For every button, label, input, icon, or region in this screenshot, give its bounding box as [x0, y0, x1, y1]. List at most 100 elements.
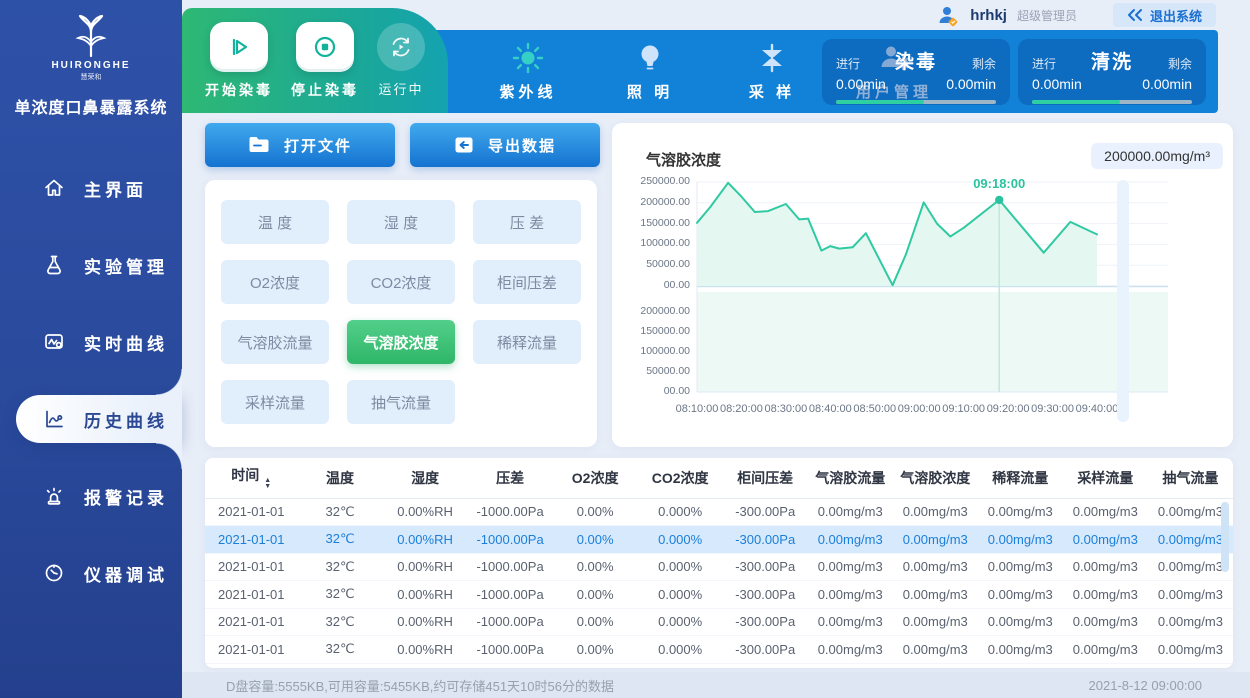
table-row-0[interactable]: 2021-01-0132℃0.00%RH-1000.00Pa0.00%0.000… [205, 498, 1233, 526]
annotation-point [995, 196, 1003, 204]
logout-button[interactable]: 退出系统 [1113, 3, 1216, 27]
export-data-button[interactable]: 导出数据 [410, 123, 600, 167]
stop-poison-label: 停止染毒 [291, 80, 359, 100]
stop-icon [312, 34, 338, 60]
param-button-1[interactable]: 湿 度 [347, 200, 455, 244]
table-row-1[interactable]: 2021-01-0132℃0.00%RH-1000.00Pa0.00%0.000… [205, 526, 1233, 554]
param-button-3[interactable]: O2浓度 [221, 260, 329, 304]
param-button-9[interactable]: 采样流量 [221, 380, 329, 424]
sidebar-item-main[interactable]: 主界面 [0, 164, 182, 212]
data-table: 时间▲▼温度湿度压差O2浓度CO2浓度柜间压差气溶胶流量气溶胶浓度稀释流量采样流… [205, 458, 1233, 664]
param-button-6[interactable]: 气溶胶流量 [221, 320, 329, 364]
remain-label: 剩余 [972, 55, 996, 72]
start-poison-button[interactable]: 开始染毒 [205, 22, 273, 100]
sidebar-menu: 主界面 实验管理 实时曲线 历史曲线 报警记录 仪器调试 [0, 164, 182, 597]
brand-name-cn: 慧荣和 [0, 72, 182, 82]
column-header-9: 稀释流量 [978, 458, 1063, 498]
sampling-icon [755, 41, 789, 75]
logo-icon [62, 12, 120, 58]
clean-progress-value: 0.00min [1032, 76, 1082, 92]
uv-button[interactable]: 紫外线 [482, 30, 574, 113]
y-tick-label: 100000.00 [612, 345, 690, 357]
table-row-4[interactable]: 2021-01-0132℃0.00%RH-1000.00Pa0.00%0.000… [205, 608, 1233, 636]
sidebar-item-label: 仪器调试 [84, 561, 168, 586]
realtime-curve-icon [42, 330, 66, 354]
table-row-3[interactable]: 2021-01-0132℃0.00%RH-1000.00Pa0.00%0.000… [205, 581, 1233, 609]
y-tick-label: 00.00 [612, 385, 690, 397]
column-header-1: 温度 [298, 458, 383, 498]
sidebar-item-label: 历史曲线 [84, 407, 168, 432]
param-button-0[interactable]: 温 度 [221, 200, 329, 244]
column-header-0[interactable]: 时间▲▼ [205, 458, 298, 498]
y-tick-label: 50000.00 [612, 365, 690, 377]
experiment-icon [42, 253, 66, 277]
sort-icon[interactable]: ▲▼ [264, 478, 271, 490]
sidebar-item-label: 实验管理 [84, 253, 168, 278]
param-button-4[interactable]: CO2浓度 [347, 260, 455, 304]
sidebar-item-label: 报警记录 [84, 484, 168, 509]
y-tick-label: 150000.00 [612, 217, 690, 229]
param-button-8[interactable]: 稀释流量 [473, 320, 581, 364]
data-table-card: 时间▲▼温度湿度压差O2浓度CO2浓度柜间压差气溶胶流量气溶胶浓度稀释流量采样流… [205, 458, 1233, 668]
progress-label: 进行 [1032, 55, 1056, 72]
parameter-panel: 温 度湿 度压 差 O2浓度 CO2浓度柜间压差气溶胶流量气溶胶浓度稀释流量采样流量… [205, 180, 597, 447]
chart-area [697, 183, 1097, 286]
param-button-7[interactable]: 气溶胶浓度 [347, 320, 455, 364]
sidebar-item-realtime-curve[interactable]: 实时曲线 [0, 318, 182, 366]
table-row-2[interactable]: 2021-01-0132℃0.00%RH-1000.00Pa0.00%0.000… [205, 553, 1233, 581]
chart-card: 气溶胶浓度 200000.00mg/m³ 250000.00200000.001… [612, 123, 1233, 447]
statusbar: D盘容量:5555KB,可用容量:5455KB,约可存储451天10时56分的数… [182, 672, 1250, 698]
poison-remain-value: 0.00min [946, 76, 996, 92]
poison-status-card: 进行 染毒 剩余 0.00min 0.00min [822, 39, 1010, 105]
start-icon [226, 34, 252, 60]
column-header-2: 湿度 [383, 458, 468, 498]
param-button-5[interactable]: 柜间压差 [473, 260, 581, 304]
poison-progress-fill [836, 100, 924, 104]
y-tick-label: 50000.00 [612, 258, 690, 270]
table-row-5[interactable]: 2021-01-0132℃0.00%RH-1000.00Pa0.00%0.000… [205, 636, 1233, 664]
column-header-4: O2浓度 [553, 458, 638, 498]
debug-icon [42, 561, 66, 585]
running-icon [388, 34, 414, 60]
y-tick-label: 100000.00 [612, 237, 690, 249]
chart-svg[interactable] [612, 123, 1233, 447]
uv-label: 紫外线 [499, 81, 556, 102]
logout-label: 退出系统 [1150, 6, 1202, 25]
param-button-10[interactable]: 抽气流量 [347, 380, 455, 424]
table-scrollbar[interactable] [1221, 502, 1229, 572]
running-label: 运行中 [378, 79, 423, 98]
stop-poison-button[interactable]: 停止染毒 [291, 22, 359, 100]
sidebar-item-label: 实时曲线 [84, 330, 168, 355]
lighting-button[interactable]: 照 明 [604, 30, 696, 113]
column-header-7: 气溶胶流量 [808, 458, 893, 498]
sidebar-item-label: 主界面 [84, 176, 147, 201]
running-status: 运行中 [377, 23, 425, 98]
y-tick-label: 250000.00 [612, 175, 690, 187]
home-icon [42, 176, 66, 200]
table-header-row: 时间▲▼温度湿度压差O2浓度CO2浓度柜间压差气溶胶流量气溶胶浓度稀释流量采样流… [205, 458, 1233, 498]
disk-info: D盘容量:5555KB,可用容量:5455KB,约可存储451天10时56分的数… [226, 676, 614, 695]
sidebar-item-instrument-debug[interactable]: 仪器调试 [0, 549, 182, 597]
clean-progress-fill [1032, 100, 1120, 104]
export-data-label: 导出数据 [488, 135, 556, 156]
user-role: 超级管理员 [1017, 7, 1077, 24]
username: hrhkj [970, 7, 1007, 24]
uv-icon [511, 41, 545, 75]
open-file-button[interactable]: 打开文件 [205, 123, 395, 167]
sidebar-item-experiment[interactable]: 实验管理 [0, 241, 182, 289]
sidebar: HUIRONGHE 慧荣和 单浓度口鼻暴露系统 主界面 实验管理 实时曲线 历史… [0, 0, 182, 698]
sidebar-item-history-curve[interactable]: 历史曲线 [16, 395, 182, 443]
y-tick-label: 200000.00 [612, 196, 690, 208]
param-button-2[interactable]: 压 差 [473, 200, 581, 244]
export-icon [454, 136, 474, 154]
poison-progress-value: 0.00min [836, 76, 886, 92]
sidebar-item-alarm-records[interactable]: 报警记录 [0, 472, 182, 520]
sampling-button[interactable]: 采 样 [726, 30, 818, 113]
alarm-icon [42, 484, 66, 508]
column-header-8: 气溶胶浓度 [893, 458, 978, 498]
chart-scrollbar[interactable] [1117, 180, 1129, 422]
table-body: 2021-01-0132℃0.00%RH-1000.00Pa0.00%0.000… [205, 498, 1233, 663]
column-header-5: CO2浓度 [638, 458, 723, 498]
param-grid: 温 度湿 度压 差 O2浓度 CO2浓度柜间压差气溶胶流量气溶胶浓度稀释流量采样流量… [221, 200, 581, 424]
sampling-label: 采 样 [749, 81, 795, 102]
